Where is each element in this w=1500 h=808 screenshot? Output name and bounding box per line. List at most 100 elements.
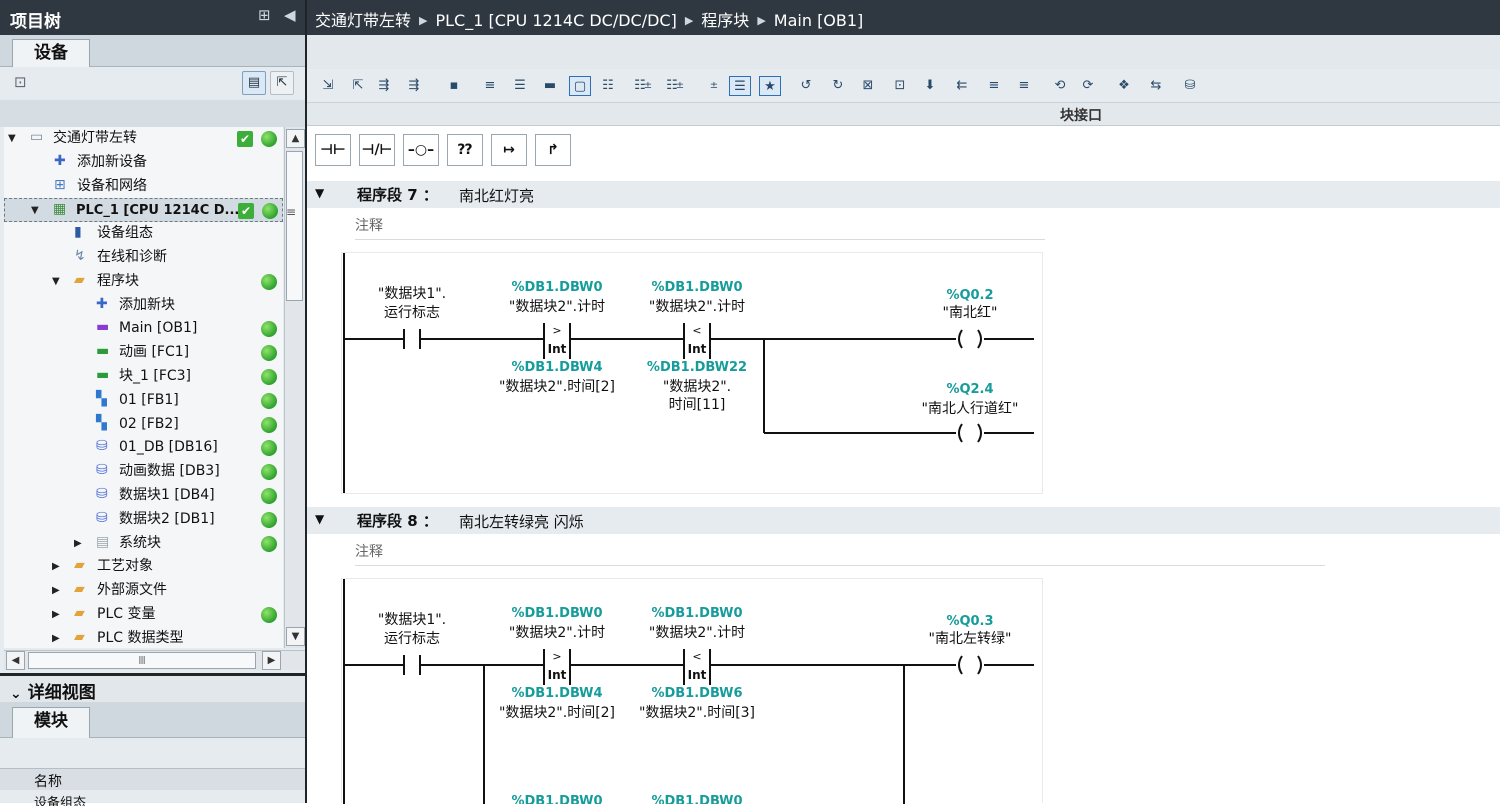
device-config-icon: ▮	[74, 224, 82, 241]
expand-arrow-icon[interactable]: ▼	[31, 199, 39, 222]
db-icon: ⛁	[96, 462, 108, 479]
project-tree-toolbar: ⊡ ▤ ⇱	[0, 67, 305, 100]
fc-icon: ▬	[96, 366, 110, 383]
scroll-up-button[interactable]: ▲	[286, 129, 305, 148]
tree-item[interactable]: ▚ 01 [FB1]	[4, 389, 283, 413]
collapse-arrow-icon[interactable]: ▶	[52, 579, 60, 602]
scroll-right-button[interactable]: ▶	[262, 651, 281, 670]
network-title[interactable]: 南北左转绿亮 闪烁	[459, 511, 584, 532]
expand-arrow-icon[interactable]: ▼	[52, 270, 60, 293]
network-collapse-icon[interactable]: ▼	[315, 512, 324, 526]
tree-horizontal-scrollbar[interactable]: ◀ Ⅲ ▶	[4, 650, 305, 670]
db-icon: ⛁	[96, 438, 108, 455]
tab-devices[interactable]: 设备	[12, 39, 90, 68]
collapse-panel-icon[interactable]: ◀	[284, 6, 296, 24]
online-status-icon	[262, 203, 278, 220]
fb-icon: ▚	[96, 414, 107, 431]
scrollbar-thumb[interactable]	[286, 151, 303, 301]
tree-item[interactable]: ⊞ 设备和网络	[4, 175, 283, 199]
export-button[interactable]: ⇱	[270, 71, 294, 95]
tree-item[interactable]: ✚ 添加新块	[4, 294, 283, 318]
scroll-left-button[interactable]: ◀	[6, 651, 25, 670]
tree-item[interactable]: ▼ ▭ 交通灯带左转 ✔	[4, 127, 283, 151]
collapse-arrow-icon[interactable]: ▶	[74, 532, 82, 555]
detail-view-panel: ⌄ 详细视图 模块 名称 设备组态	[0, 673, 305, 806]
tree-item[interactable]: ⛁ 动画数据 [DB3]	[4, 460, 283, 484]
expand-arrow-icon[interactable]: ▼	[8, 127, 16, 150]
tree-item-label: 外部源文件	[97, 582, 167, 599]
list-view-button[interactable]: ▤	[242, 71, 266, 95]
folder-icon: ▰	[74, 628, 85, 645]
collapse-arrow-icon[interactable]: ▶	[52, 627, 60, 648]
coil-address: %Q0.2	[946, 288, 993, 303]
contact-tag: 运行标志	[384, 305, 440, 321]
project-tree-tabbar: 设备	[0, 35, 305, 68]
collapse-arrow-icon[interactable]: ▶	[52, 555, 60, 578]
tree-item[interactable]: ▼ ▰ 程序块	[4, 270, 283, 294]
online-status-icon	[261, 464, 277, 481]
chevron-down-icon[interactable]: ⌄	[10, 686, 22, 702]
collapse-arrow-icon[interactable]: ▶	[52, 603, 60, 626]
tree-item[interactable]: ⛁ 数据块2 [DB1]	[4, 508, 283, 532]
network-header[interactable]: ▼ 程序段 7 ： 南北红灯亮	[307, 181, 1500, 208]
compare-address: %DB1.DBW0	[511, 280, 602, 295]
coil-right-arc	[977, 329, 982, 349]
compare-operand: 时间[11]	[669, 397, 726, 413]
compare-type: Int	[548, 668, 567, 682]
device-view-icon[interactable]: ⊡	[14, 73, 27, 91]
tree-item[interactable]: ▶ ▰ PLC 数据类型	[4, 627, 283, 648]
consistency-check-icon: ✔	[237, 131, 253, 147]
tree-item[interactable]: ✚ 添加新设备	[4, 151, 283, 175]
tree-item[interactable]: ▼ ▦ PLC_1 [CPU 1214C D... ✔	[4, 198, 283, 223]
tree-item-label: PLC 数据类型	[97, 629, 184, 646]
diagnostics-icon: ↯	[74, 247, 86, 264]
online-status-icon	[261, 321, 277, 338]
scroll-down-button[interactable]: ▼	[286, 627, 305, 646]
tree-item-label: 程序块	[97, 272, 139, 289]
tree-item[interactable]: ▶ ▰ 外部源文件	[4, 579, 283, 603]
network-header[interactable]: ▼ 程序段 8 ： 南北左转绿亮 闪烁	[307, 507, 1500, 534]
tree-item-label: 动画数据 [DB3]	[119, 463, 220, 480]
detail-row[interactable]: 设备组态	[0, 792, 305, 806]
tree-item[interactable]: ▬ Main [OB1]	[4, 317, 283, 341]
tree-item-label: 数据块1 [DB4]	[119, 486, 215, 503]
folder-icon: ▰	[74, 604, 85, 621]
tree-item[interactable]: ↯ 在线和诊断	[4, 246, 283, 270]
tab-modules[interactable]: 模块	[12, 707, 90, 738]
grip-icon: ≡	[286, 205, 297, 219]
h-scrollbar-thumb[interactable]: Ⅲ	[28, 652, 256, 669]
tree-item-label: 01_DB [DB16]	[119, 439, 218, 456]
network-comment[interactable]: 注释	[355, 212, 1045, 240]
plc-icon: ▦	[53, 201, 67, 218]
tree-item[interactable]: ▶ ▰ 工艺对象	[4, 555, 283, 579]
network-title[interactable]: 南北红灯亮	[459, 185, 534, 206]
tree-item[interactable]: ▮ 设备组态	[4, 222, 283, 246]
network-7-body[interactable]: > Int < Int "数据块1". 运行标志 %DB1.DBW0 "数据块2".计时 %DB…	[341, 252, 1043, 494]
network-comment[interactable]: 注释	[355, 538, 1325, 566]
db-icon: ⛁	[96, 485, 108, 502]
ladder-diagram: > Int < Int "数据块1". 运行标志 %DB1.DBW0 "数据块2".计时 %DB…	[343, 253, 1034, 493]
column-name[interactable]: 名称	[34, 774, 62, 790]
tree-item[interactable]: ▬ 动画 [FC1]	[4, 341, 283, 365]
detail-view-header[interactable]: ⌄ 详细视图	[0, 676, 305, 703]
tree-item[interactable]: ⛁ 数据块1 [DB4]	[4, 484, 283, 508]
compare-operand: "数据块2".计时	[509, 625, 605, 641]
folder-icon: ▰	[74, 581, 85, 598]
contact-tag: 运行标志	[384, 631, 440, 647]
panel-layout-icon[interactable]: ⊞	[258, 6, 271, 24]
tree-item[interactable]: ▬ 块_1 [FC3]	[4, 365, 283, 389]
program-editor: 交通灯带左转 ▶ PLC_1 [CPU 1214C DC/DC/DC] ▶ 程序块 ▶ Ma…	[307, 0, 1500, 808]
folder-icon: ▰	[74, 557, 85, 574]
tree-item[interactable]: ▶ ▰ PLC 变量	[4, 603, 283, 627]
tree-item[interactable]: ▶ ▤ 系统块	[4, 532, 283, 556]
coil-right-arc	[977, 423, 982, 443]
network-label: 程序段 8 ：	[357, 512, 438, 530]
networks-area: ▼ 程序段 7 ： 南北红灯亮注释 > Int < Int "数据块1". 运行标志 %DB1.D…	[307, 0, 1500, 808]
tree-item[interactable]: ⛁ 01_DB [DB16]	[4, 436, 283, 460]
detail-column-header: 名称	[0, 768, 305, 790]
tree-item[interactable]: ▚ 02 [FB2]	[4, 413, 283, 437]
add-device-icon: ✚	[54, 152, 66, 169]
network-8-body[interactable]: > Int < Int "数据块1". 运行标志 %DB1.DBW0 "数据块2".计时 %DB…	[341, 578, 1043, 808]
tree-item-label: 02 [FB2]	[119, 415, 179, 432]
network-collapse-icon[interactable]: ▼	[315, 186, 324, 200]
